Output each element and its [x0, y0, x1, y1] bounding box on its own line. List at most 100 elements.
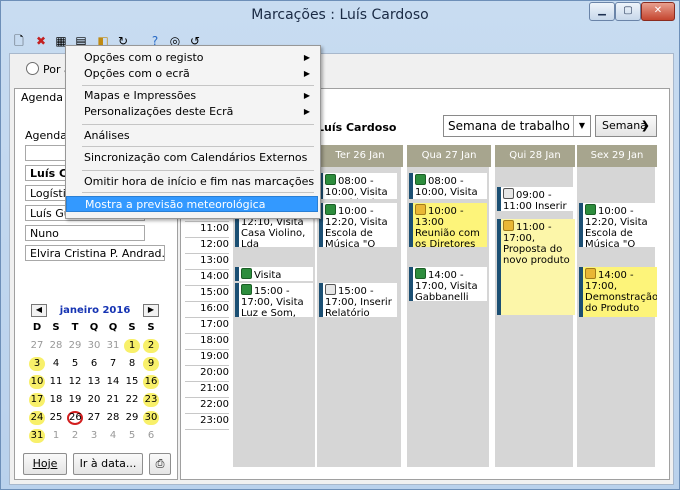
calendar-day[interactable]: 10 [29, 375, 45, 389]
calendar-day[interactable]: 20 [86, 393, 102, 407]
calendar-day[interactable]: 18 [48, 393, 64, 407]
hour-label: 21:00 [185, 381, 229, 398]
day-header: Sex 29 Jan [577, 145, 657, 167]
hour-label: 16:00 [185, 301, 229, 318]
calendar-day[interactable]: 19 [67, 393, 83, 407]
hour-label: 22:00 [185, 397, 229, 414]
menu-item[interactable]: Sincronização com Calendários Externos [66, 150, 318, 166]
calendar-day[interactable]: 9 [143, 357, 159, 371]
calendar-day[interactable]: 5 [67, 357, 83, 371]
calendar-day[interactable]: 4 [105, 429, 121, 443]
minimize-button[interactable]: ▁ [589, 2, 615, 21]
menu-item-label: Análises [84, 129, 130, 142]
menu-item[interactable]: Mapas e Impressões ▶ [66, 88, 318, 104]
hour-label: 23:00 [185, 413, 229, 430]
semana-button[interactable]: Semana ❯ [595, 115, 657, 137]
hour-label: 20:00 [185, 365, 229, 382]
calendar-day[interactable]: 15 [124, 375, 140, 389]
calendar-day[interactable]: 16 [143, 375, 159, 389]
hour-label: 11:00 [185, 221, 229, 238]
calendar-day[interactable]: 21 [105, 393, 121, 407]
calendar-day[interactable]: 26 [67, 411, 83, 425]
calendar-event[interactable]: 15:00 - 17:00, Inserir Relatório [319, 283, 397, 317]
print-button[interactable]: ⎙ [149, 453, 171, 475]
calendar-event[interactable]: 10:00 - 12:20, Visita Escola de Música "… [319, 203, 397, 247]
title-bar[interactable]: Marcações : Luís Cardoso ▁ ▢ ✕ [1, 1, 679, 31]
calendar-day[interactable]: 30 [143, 411, 159, 425]
hour-label: 12:00 [185, 237, 229, 254]
delete-icon[interactable]: ✖ [33, 33, 49, 49]
menu-item[interactable]: Omitir hora de início e fim nas marcaçõe… [66, 174, 318, 190]
check-icon [325, 174, 336, 185]
calendar-day[interactable]: 27 [86, 411, 102, 425]
day-header: Ter 26 Jan [317, 145, 403, 167]
calendar-day[interactable]: 12 [67, 375, 83, 389]
menu-item[interactable]: Opções com o ecrã ▶ [66, 66, 318, 82]
calendar-day[interactable]: 29 [67, 339, 83, 353]
calendar-day[interactable]: 11 [48, 375, 64, 389]
calendar-event[interactable]: 10:00 - 12:20, Visita Escola de Música "… [579, 203, 657, 247]
menu-item[interactable]: Análises [66, 128, 318, 144]
calendar-event[interactable]: 11:00 - 17:00, Proposta do novo produto [497, 219, 575, 315]
calendar-day[interactable]: 3 [86, 429, 102, 443]
calendar-event[interactable]: 14:00 - 17:00, Demonstração do Produto [579, 267, 657, 317]
maximize-button[interactable]: ▢ [615, 2, 641, 21]
calendar-day[interactable]: 5 [124, 429, 140, 443]
calendar-day[interactable]: 2 [67, 429, 83, 443]
calendar-day[interactable]: 30 [86, 339, 102, 353]
hour-label: 17:00 [185, 317, 229, 334]
calendar-event[interactable]: 10:00 - 13:00 Reunião com os Diretores [409, 203, 487, 247]
goto-date-button[interactable]: Ir à data... [73, 453, 143, 475]
menu-item-label: Mapas e Impressões [84, 89, 197, 102]
calendar-day[interactable]: 24 [29, 411, 45, 425]
calendar-day[interactable]: 31 [29, 429, 45, 443]
view-select[interactable]: Semana de trabalho ▼ [443, 115, 591, 137]
calendar-event[interactable]: 08:00 - 10:00, Visita Avenida da [319, 173, 397, 199]
calendar-day[interactable]: 2 [143, 339, 159, 353]
calendar-day[interactable]: 13 [86, 375, 102, 389]
calendar-event[interactable]: Visita Gabban [235, 267, 313, 281]
menu-item[interactable]: Personalizações deste Ecrã ▶ [66, 104, 318, 120]
calendar-day[interactable]: 8 [124, 357, 140, 371]
view-select-value: Semana de trabalho [448, 119, 570, 133]
calendar-day[interactable]: 1 [124, 339, 140, 353]
mini-calendar: ◀ janeiro 2016 ▶ D S T Q Q S S 27 28 29 30 31 1 2 3 4 5 6… [25, 301, 165, 443]
context-menu: Opções com o registo ▶ Opções com o ecrã ▶ M… [65, 45, 321, 219]
day-column[interactable] [495, 167, 573, 467]
calendar-day[interactable]: 25 [48, 411, 64, 425]
calendar-day[interactable]: 29 [124, 411, 140, 425]
calendar-day[interactable]: 28 [105, 411, 121, 425]
print-icon: ⎙ [155, 457, 165, 470]
calendar-day[interactable]: 6 [86, 357, 102, 371]
calendar-day[interactable]: 23 [143, 393, 159, 407]
calendar-day[interactable]: 27 [29, 339, 45, 353]
calendar-day[interactable]: 22 [124, 393, 140, 407]
person-item[interactable]: Nuno [25, 225, 145, 241]
calendar-day[interactable]: 7 [105, 357, 121, 371]
calendar-icon [503, 188, 514, 199]
calendar-event[interactable]: 08:00 - 10:00, Visita Luz e Som, [409, 173, 487, 199]
calendar-day[interactable]: 4 [48, 357, 64, 371]
person-item[interactable]: Elvira Cristina P. Andrad... [25, 245, 165, 261]
check-icon [415, 174, 426, 185]
calendar-day[interactable]: 17 [29, 393, 45, 407]
new-icon[interactable]: 🗋 [11, 33, 27, 49]
calendar-day[interactable]: 28 [48, 339, 64, 353]
menu-separator [82, 146, 314, 147]
calendar-day[interactable]: 3 [29, 357, 45, 371]
calendar-day[interactable]: 6 [143, 429, 159, 443]
close-button[interactable]: ✕ [641, 2, 675, 21]
hour-label: 14:00 [185, 269, 229, 286]
menu-item[interactable]: Opções com o registo ▶ [66, 50, 318, 66]
calendar-day[interactable]: 14 [105, 375, 121, 389]
calendar-day[interactable]: 1 [48, 429, 64, 443]
calendar-day[interactable]: 31 [105, 339, 121, 353]
menu-item[interactable]: Mostra a previsão meteorológica [66, 196, 318, 212]
weekday-label: D [32, 322, 42, 333]
calendar-event[interactable]: 09:00 - 11:00 Inserir Relatório [497, 187, 575, 211]
today-button[interactable]: Hoje [23, 453, 67, 475]
calendar-event[interactable]: 15:00 - 17:00, Visita Luz e Som, [235, 283, 313, 317]
next-month-button[interactable]: ▶ [143, 304, 159, 317]
calendar-event[interactable]: 14:00 - 17:00, Visita Gabbanelli [409, 267, 487, 301]
folder-icon [503, 220, 514, 231]
